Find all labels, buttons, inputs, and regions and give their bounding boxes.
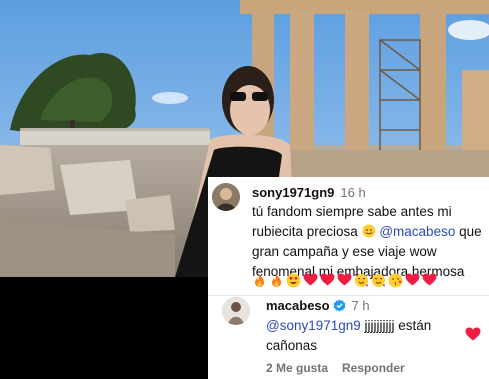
avatar[interactable] (212, 183, 240, 211)
reply-button[interactable]: Responder (342, 361, 405, 375)
divider (208, 295, 489, 296)
hearts-face-icon (371, 273, 386, 288)
red-heart-icon[interactable] (465, 327, 481, 346)
heart-eyes-icon (286, 273, 301, 288)
avatar[interactable] (222, 297, 250, 325)
mention-link[interactable]: @sony1971gn9 (266, 318, 361, 333)
red-heart-icon (303, 273, 318, 288)
comment-text: @sony1971gn9 jjjjjjjjjj están cañonas (266, 316, 456, 356)
comment-text: tú fandom siempre sabe antes mi rubiecit… (252, 202, 486, 282)
mention-link[interactable]: @macabeso (379, 224, 455, 239)
fire-icon (269, 273, 284, 288)
comment-header: macabeso 7 h (266, 298, 370, 315)
emoji-reactions (252, 273, 437, 288)
comment-username[interactable]: macabeso (266, 298, 330, 313)
comment-macabeso: macabeso 7 h @sony1971gn9 jjjjjjjjjj est… (208, 295, 489, 379)
comment-header: sony1971gn9 16 h (252, 185, 366, 200)
red-heart-icon (405, 273, 420, 288)
red-heart-icon (337, 273, 352, 288)
comment-username[interactable]: sony1971gn9 (252, 185, 334, 200)
comment-timestamp: 16 h (340, 185, 366, 200)
smiling-face-icon (362, 224, 380, 239)
dark-area (0, 277, 210, 379)
red-heart-icon (422, 273, 437, 288)
fire-icon (252, 273, 267, 288)
comment-actions: 2 Me gusta Responder (266, 361, 405, 375)
kiss-heart-icon (388, 273, 403, 288)
verified-badge-icon (333, 299, 346, 315)
comment-sony1971gn9: sony1971gn9 16 h tú fandom siempre sabe a… (208, 177, 489, 295)
likes-count-button[interactable]: 2 Me gusta (266, 361, 328, 375)
hearts-face-icon (354, 273, 369, 288)
red-heart-icon (320, 273, 335, 288)
comment-timestamp: 7 h (351, 298, 370, 313)
